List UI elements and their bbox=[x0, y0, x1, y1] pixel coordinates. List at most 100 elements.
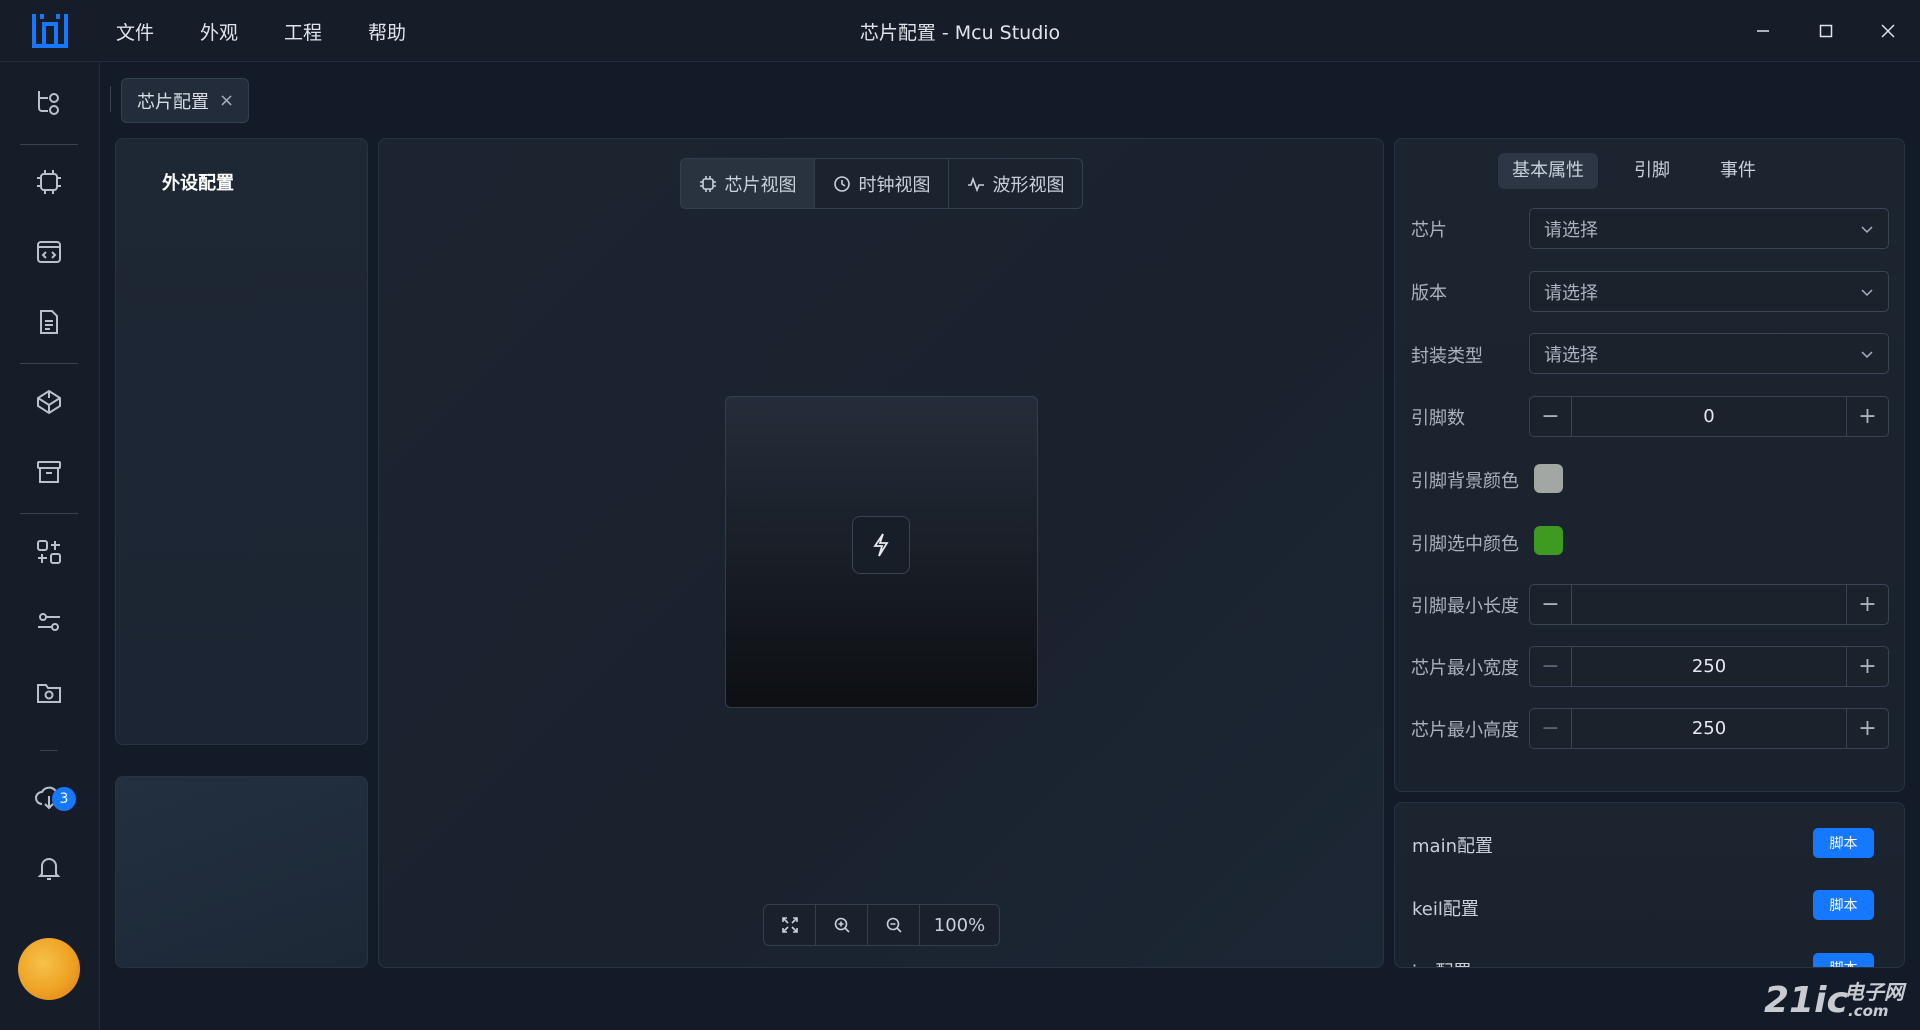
pin-count-stepper: − 0 + bbox=[1529, 396, 1889, 437]
lightning-icon[interactable] bbox=[852, 516, 910, 574]
iar-config-label: iar配置 bbox=[1412, 958, 1471, 967]
version-select-value: 请选择 bbox=[1544, 282, 1598, 304]
close-icon bbox=[1881, 24, 1895, 38]
keil-config-label: keil配置 bbox=[1412, 899, 1479, 920]
document-icon[interactable] bbox=[33, 306, 65, 338]
minimize-icon bbox=[1757, 30, 1769, 32]
app-logo-icon bbox=[30, 12, 70, 50]
chip-min-height-value[interactable]: 250 bbox=[1572, 709, 1846, 748]
tab-label: 时钟视图 bbox=[858, 174, 931, 196]
pin-min-length-stepper: − + bbox=[1529, 584, 1889, 625]
view-switcher: 芯片视图 时钟视图 波形视图 bbox=[680, 158, 1083, 209]
properties-tabs: 基本属性 引脚 事件 bbox=[1498, 153, 1792, 189]
chip-min-height-label: 芯片最小高度 bbox=[1411, 720, 1519, 741]
package-select-value: 请选择 bbox=[1544, 344, 1598, 366]
module-icon[interactable] bbox=[33, 536, 65, 568]
zoom-toolbar: 100% bbox=[763, 904, 1000, 946]
minimize-button[interactable] bbox=[1733, 0, 1793, 62]
pin-count-value[interactable]: 0 bbox=[1572, 397, 1846, 436]
chevron-down-icon bbox=[1861, 225, 1873, 233]
bell-icon[interactable] bbox=[33, 852, 65, 884]
script-config-panel: main配置 脚本 keil配置 脚本 iar配置 脚本 bbox=[1394, 802, 1905, 968]
menu-appearance[interactable]: 外观 bbox=[200, 18, 238, 45]
fit-screen-button[interactable] bbox=[764, 905, 816, 945]
package-type-label: 封装类型 bbox=[1411, 346, 1483, 367]
menu-project[interactable]: 工程 bbox=[284, 18, 322, 45]
main-script-button[interactable]: 脚本 bbox=[1813, 828, 1874, 858]
tab-close-icon[interactable]: × bbox=[219, 90, 234, 111]
pin-min-length-label: 引脚最小长度 bbox=[1411, 596, 1519, 617]
chip-select[interactable]: 请选择 bbox=[1529, 208, 1889, 249]
tab-label: 芯片配置 bbox=[137, 91, 209, 113]
tab-waveform-view[interactable]: 波形视图 bbox=[949, 159, 1082, 208]
watermark-logo: 21ic 电子网 .com bbox=[1764, 980, 1904, 1021]
version-label: 版本 bbox=[1411, 283, 1447, 304]
tab-pins[interactable]: 引脚 bbox=[1620, 153, 1684, 189]
tab-basic-properties[interactable]: 基本属性 bbox=[1498, 153, 1598, 189]
tab-label: 芯片视图 bbox=[724, 174, 797, 196]
archive-icon[interactable] bbox=[33, 456, 65, 488]
main-config-label: main配置 bbox=[1412, 836, 1493, 857]
tab-chip-view[interactable]: 芯片视图 bbox=[681, 159, 815, 208]
chevron-down-icon bbox=[1861, 350, 1873, 358]
decrement-button[interactable]: − bbox=[1530, 585, 1572, 624]
menu-file[interactable]: 文件 bbox=[116, 18, 154, 45]
increment-button[interactable]: + bbox=[1846, 585, 1888, 624]
tab-events[interactable]: 事件 bbox=[1706, 153, 1770, 189]
waveform-icon bbox=[967, 176, 984, 192]
watermark-com: .com bbox=[1848, 1002, 1889, 1020]
clock-icon bbox=[833, 175, 850, 192]
activity-sidebar: 3 bbox=[0, 62, 100, 1030]
expand-icon bbox=[781, 917, 798, 933]
maximize-button[interactable] bbox=[1796, 0, 1856, 62]
pin-bg-color-swatch[interactable] bbox=[1534, 464, 1563, 493]
decrement-button[interactable]: − bbox=[1530, 647, 1572, 686]
package-type-select[interactable]: 请选择 bbox=[1529, 333, 1889, 374]
increment-button[interactable]: + bbox=[1846, 709, 1888, 748]
pin-min-length-value[interactable] bbox=[1572, 585, 1846, 624]
chip-label: 芯片 bbox=[1411, 220, 1447, 241]
menu-bar: 文件 外观 工程 帮助 bbox=[116, 0, 452, 62]
folder-camera-icon[interactable] bbox=[33, 676, 65, 708]
chip-select-value: 请选择 bbox=[1544, 219, 1598, 241]
project-tree-icon[interactable] bbox=[33, 86, 65, 118]
title-bar: 文件 外观 工程 帮助 芯片配置 - Mcu Studio bbox=[0, 0, 1920, 62]
panel-title: 外设配置 bbox=[162, 173, 234, 194]
notification-badge: 3 bbox=[52, 787, 76, 811]
left-secondary-panel bbox=[115, 776, 368, 968]
iar-script-button[interactable]: 脚本 bbox=[1813, 953, 1874, 967]
zoom-in-button[interactable] bbox=[816, 905, 868, 945]
settings-sliders-icon[interactable] bbox=[33, 606, 65, 638]
avatar[interactable] bbox=[18, 938, 80, 1000]
decrement-button[interactable]: − bbox=[1530, 397, 1572, 436]
increment-button[interactable]: + bbox=[1846, 647, 1888, 686]
watermark-brand: 21ic bbox=[1764, 980, 1848, 1021]
chip-min-width-stepper: − 250 + bbox=[1529, 646, 1889, 687]
zoom-out-icon bbox=[886, 917, 902, 933]
menu-help[interactable]: 帮助 bbox=[368, 18, 406, 45]
tab-separator bbox=[110, 86, 111, 112]
chip-min-width-label: 芯片最小宽度 bbox=[1411, 658, 1519, 679]
pin-count-label: 引脚数 bbox=[1411, 408, 1465, 429]
version-select[interactable]: 请选择 bbox=[1529, 271, 1889, 312]
pin-selected-color-swatch[interactable] bbox=[1534, 526, 1563, 555]
close-window-button[interactable] bbox=[1858, 0, 1918, 62]
tab-label: 波形视图 bbox=[992, 174, 1065, 196]
tab-chip-config[interactable]: 芯片配置 × bbox=[121, 78, 249, 123]
decrement-button[interactable]: − bbox=[1530, 709, 1572, 748]
keil-script-button[interactable]: 脚本 bbox=[1813, 890, 1874, 920]
zoom-in-icon bbox=[834, 917, 850, 933]
chip-view-icon bbox=[699, 175, 716, 192]
increment-button[interactable]: + bbox=[1846, 397, 1888, 436]
chip-min-height-stepper: − 250 + bbox=[1529, 708, 1889, 749]
chevron-down-icon bbox=[1861, 288, 1873, 296]
code-window-icon[interactable] bbox=[33, 236, 65, 268]
zoom-out-button[interactable] bbox=[868, 905, 920, 945]
zoom-level: 100% bbox=[933, 914, 986, 936]
pin-selected-color-label: 引脚选中颜色 bbox=[1411, 534, 1519, 555]
component-icon[interactable] bbox=[33, 386, 65, 418]
peripheral-config-panel: 外设配置 bbox=[115, 138, 368, 745]
chip-min-width-value[interactable]: 250 bbox=[1572, 647, 1846, 686]
chip-icon[interactable] bbox=[33, 166, 65, 198]
tab-clock-view[interactable]: 时钟视图 bbox=[815, 159, 949, 208]
